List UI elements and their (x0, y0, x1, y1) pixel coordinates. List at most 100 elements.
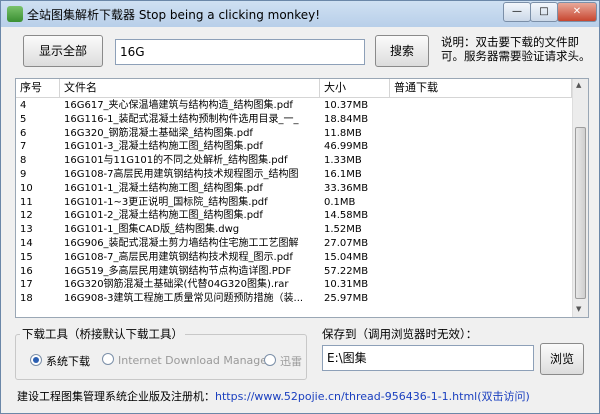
table-row[interactable]: 7 16G101-3_混凝土结构施工图_结构图集.pdf 46.99MB (16, 140, 572, 154)
scroll-up-icon[interactable]: ▲ (576, 81, 581, 89)
maximize-icon: □ (539, 6, 549, 17)
vertical-scrollbar[interactable]: ▲ ▼ (572, 79, 588, 317)
minimize-button[interactable]: — (503, 2, 531, 22)
header-size[interactable]: 大小 (320, 79, 390, 97)
cell-filename: 16G906_装配式混凝土剪力墙结构住宅施工工艺图解 (64, 238, 299, 249)
cell-size: 10.37MB (324, 100, 369, 111)
table-row[interactable]: 16 16G519_多高层民用建筑钢结构节点构造详图.PDF 57.22MB (16, 265, 572, 279)
cell-index: 13 (20, 224, 33, 236)
cell-filename: 16G908-3建筑工程施工质量常见问题预防措施（装... (64, 293, 304, 305)
cell-size: 15.04MB (324, 251, 369, 263)
title-bar[interactable]: 全站图集解析下载器 Stop being a clicking monkey! … (1, 1, 599, 27)
search-input[interactable]: 16G (115, 39, 365, 65)
search-button[interactable]: 搜索 (375, 35, 429, 67)
table-row[interactable]: 13 16G101-1_图集CAD版_结构图集.dwg 1.52MB (16, 223, 572, 237)
table-row[interactable]: 9 16G108-7高层民用建筑钢结构技术规程图示_结构图 16.1MB (16, 168, 572, 182)
close-icon: ✕ (572, 6, 582, 17)
cell-size: 0.1MB (324, 196, 356, 208)
table-row[interactable]: 11 16G101-1~3更正说明_国标院_结构图集.pdf 0.1MB (16, 196, 572, 210)
table-row[interactable]: 12 16G101-2_混凝土结构施工图_结构图集.pdf 14.58MB (16, 209, 572, 223)
footer: 建设工程图集管理系统企业版及注册机：https://www.52pojie.cn… (17, 388, 530, 404)
cell-index: 4 (20, 100, 27, 111)
cell-index: 8 (20, 155, 27, 167)
footer-visit-hint: (双击访问) (477, 390, 530, 403)
footer-label: 建设工程图集管理系统企业版及注册机： (17, 390, 215, 403)
app-window: 全站图集解析下载器 Stop being a clicking monkey! … (0, 0, 600, 414)
maximize-button[interactable]: □ (530, 2, 558, 22)
table-row[interactable]: 6 16G320_钢筋混凝土基础梁_结构图集.pdf 11.8MB (16, 127, 572, 141)
cell-size: 10.31MB (324, 279, 369, 291)
cell-size: 1.52MB (324, 224, 362, 236)
table-row[interactable]: 5 16G116-1_装配式混凝土结构预制构件选用目录_一_ 18.84MB (16, 113, 572, 127)
table-row[interactable]: 17 16G320钢筋混凝土基础梁(代替04G320图集).rar 10.31MB (16, 278, 572, 292)
table-row[interactable]: 14 16G906_装配式混凝土剪力墙结构住宅施工工艺图解 27.07MB (16, 237, 572, 251)
cell-size: 27.07MB (324, 238, 369, 249)
cell-index: 17 (20, 279, 33, 291)
cell-filename: 16G108-7高层民用建筑钢结构技术规程图示_结构图 (64, 169, 299, 180)
download-tool-label: 下载工具（桥接默认下载工具） (20, 326, 185, 342)
table-row[interactable]: 18 16G908-3建筑工程施工质量常见问题预防措施（装... 25.97MB (16, 292, 572, 306)
header-filename[interactable]: 文件名 (60, 79, 320, 97)
download-tool-group: 下载工具（桥接默认下载工具） 系统下载 Internet Download Ma… (15, 326, 307, 380)
cell-index: 6 (20, 127, 27, 139)
save-path-input[interactable]: E:\图集 (322, 345, 534, 371)
cell-index: 9 (20, 169, 27, 180)
save-location-group: 保存到（调用浏览器时无效）： E:\图集 浏览 (315, 326, 587, 380)
cell-size: 33.36MB (324, 182, 369, 194)
window-title: 全站图集解析下载器 Stop being a clicking monkey! (27, 8, 321, 22)
cell-filename: 16G519_多高层民用建筑钢结构节点构造详图.PDF (64, 265, 292, 277)
app-icon (7, 6, 23, 22)
radio-dot-icon (30, 354, 42, 366)
radio-system-download[interactable]: 系统下载 (30, 353, 90, 369)
header-download[interactable]: 普通下载 (390, 79, 572, 97)
table-row[interactable]: 4 16G617_夹心保温墙建筑与结构构造_结构图集.pdf 10.37MB (16, 99, 572, 113)
cell-index: 5 (20, 113, 27, 125)
cell-index: 18 (20, 293, 33, 305)
table-header: 序号 文件名 大小 普通下载 (16, 79, 572, 98)
cell-size: 57.22MB (324, 265, 369, 277)
cell-size: 46.99MB (324, 141, 369, 153)
minimize-icon: — (512, 6, 522, 17)
cell-filename: 16G101-1_混凝土结构施工图_结构图集.pdf (64, 182, 263, 194)
cell-index: 15 (20, 251, 33, 263)
cell-index: 7 (20, 141, 27, 153)
cell-size: 16.1MB (324, 169, 362, 180)
radio-xunlei[interactable]: 迅雷 (264, 353, 302, 369)
cell-filename: 16G617_夹心保温墙建筑与结构构造_结构图集.pdf (64, 100, 293, 111)
cell-filename: 16G116-1_装配式混凝土结构预制构件选用目录_一_ (64, 113, 299, 125)
cell-index: 14 (20, 238, 33, 249)
radio-dot-icon (264, 354, 276, 366)
cell-filename: 16G320_钢筋混凝土基础梁_结构图集.pdf (64, 127, 253, 139)
instructions-text: 说明：双击要下载的文件即可。服务器需要验证请求头。 (441, 35, 591, 63)
cell-filename: 16G101-1~3更正说明_国标院_结构图集.pdf (64, 196, 268, 208)
table-row[interactable]: 8 16G101与11G101的不同之处解析_结构图集.pdf 1.33MB (16, 154, 572, 168)
cell-size: 1.33MB (324, 155, 362, 167)
cell-filename: 16G101-3_混凝土结构施工图_结构图集.pdf (64, 141, 263, 153)
close-button[interactable]: ✕ (557, 2, 597, 22)
cell-index: 16 (20, 265, 33, 277)
cell-filename: 16G108-7_高层民用建筑钢结构技术规程_图示.pdf (64, 251, 293, 263)
cell-filename: 16G101-1_图集CAD版_结构图集.dwg (64, 224, 240, 236)
cell-filename: 16G101-2_混凝土结构施工图_结构图集.pdf (64, 210, 263, 222)
table-row[interactable]: 15 16G108-7_高层民用建筑钢结构技术规程_图示.pdf 15.04MB (16, 251, 572, 265)
cell-filename: 16G320钢筋混凝土基础梁(代替04G320图集).rar (64, 279, 289, 291)
cell-size: 14.58MB (324, 210, 369, 222)
cell-size: 11.8MB (324, 127, 362, 139)
cell-index: 10 (20, 182, 33, 194)
header-index[interactable]: 序号 (16, 79, 60, 97)
radio-dot-icon (102, 353, 114, 365)
cell-filename: 16G101与11G101的不同之处解析_结构图集.pdf (64, 155, 288, 167)
cell-size: 18.84MB (324, 113, 369, 125)
scrollbar-thumb[interactable] (575, 127, 586, 299)
radio-idm[interactable]: Internet Download Manager (102, 353, 272, 367)
show-all-button[interactable]: 显示全部 (23, 35, 103, 67)
cell-index: 11 (20, 196, 33, 208)
browse-button[interactable]: 浏览 (540, 343, 584, 375)
save-location-label: 保存到（调用浏览器时无效）： (320, 326, 480, 342)
table-row[interactable]: 10 16G101-1_混凝土结构施工图_结构图集.pdf 33.36MB (16, 182, 572, 196)
cell-size: 25.97MB (324, 293, 369, 305)
cell-index: 12 (20, 210, 33, 222)
file-table[interactable]: 序号 文件名 大小 普通下载 4 16G617_夹心保温墙建筑与结构构造_结构图集… (15, 78, 589, 318)
footer-link[interactable]: https://www.52pojie.cn/thread-956436-1-1… (215, 390, 477, 403)
scroll-down-icon[interactable]: ▼ (576, 305, 581, 313)
